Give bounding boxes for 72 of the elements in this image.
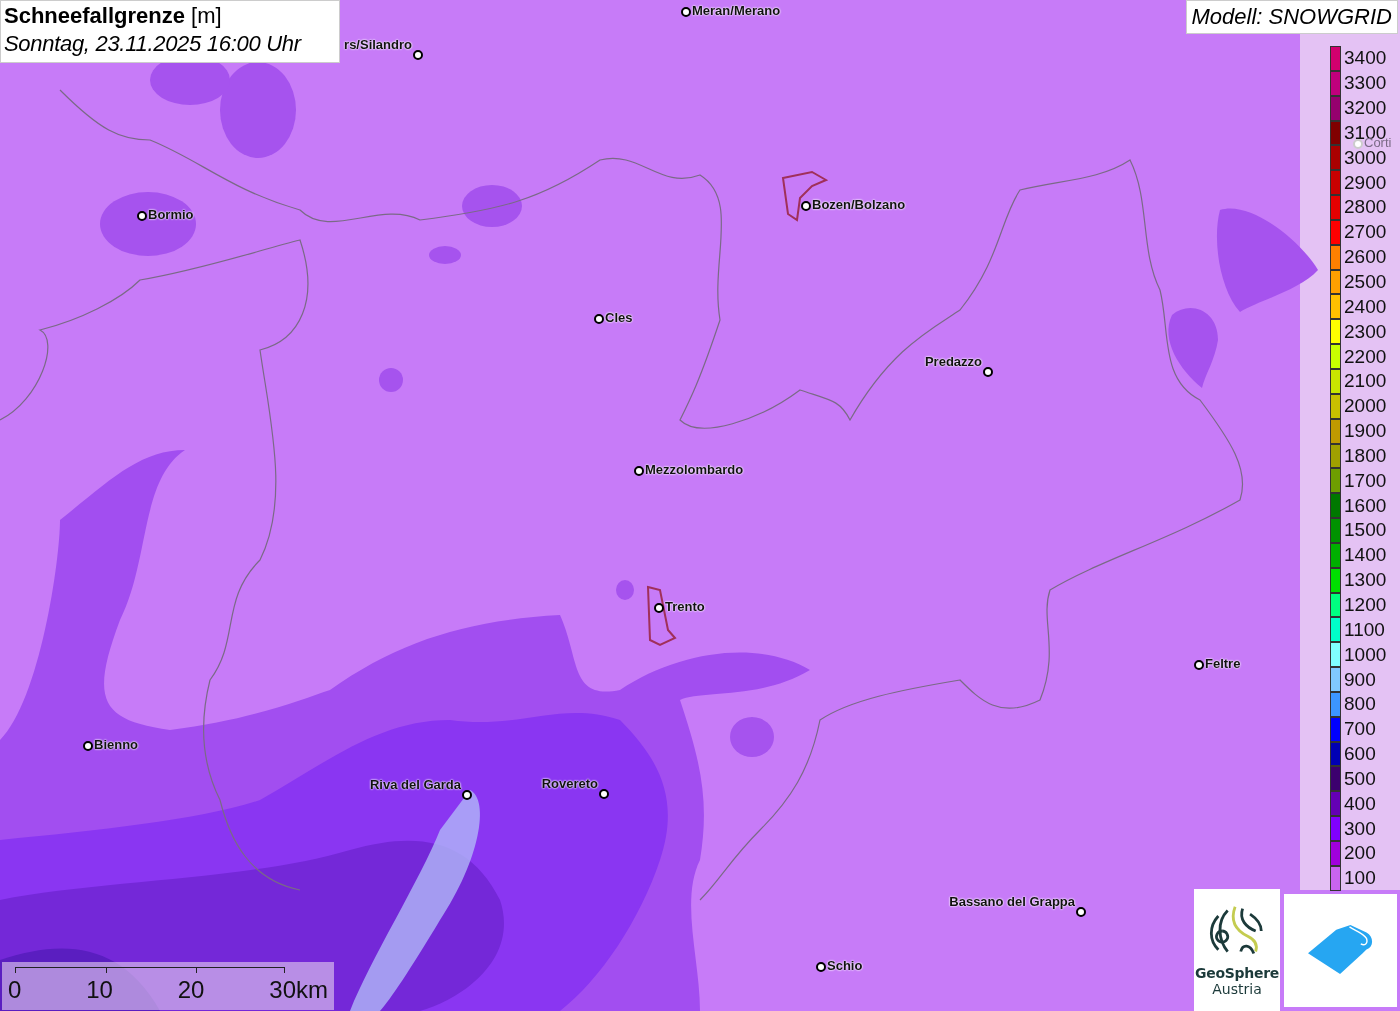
city-marker — [599, 789, 609, 799]
city-label: Cles — [605, 310, 633, 326]
legend-label: 1500 — [1344, 520, 1387, 541]
scale-label: 20 — [177, 976, 205, 1004]
model-label: Modell: SNOWGRID — [1185, 0, 1398, 34]
legend-label: 2800 — [1344, 197, 1387, 218]
legend-label: 100 — [1344, 868, 1376, 889]
legend-label: 2400 — [1344, 296, 1387, 317]
legend-label: 3300 — [1344, 73, 1387, 94]
legend-label: 1100 — [1344, 619, 1385, 640]
legend-label: 2600 — [1344, 247, 1387, 268]
legend-label: 500 — [1344, 768, 1376, 789]
city-marker — [413, 50, 423, 60]
city-marker — [137, 211, 147, 221]
legend-label: 3200 — [1344, 98, 1387, 119]
city-marker — [83, 741, 93, 751]
city-marker — [801, 201, 811, 211]
city-marker — [1076, 907, 1086, 917]
legend-label: 1200 — [1344, 595, 1387, 615]
legend-label: 1600 — [1344, 495, 1387, 516]
city-label: Feltre — [1205, 656, 1241, 672]
legend-label: 2000 — [1344, 396, 1387, 417]
legend-label: 2700 — [1344, 222, 1387, 243]
legend-label: 3000 — [1344, 147, 1387, 168]
scale-label: 0 — [8, 976, 22, 1004]
legend-label: 600 — [1344, 744, 1376, 765]
legend-label: 1400 — [1344, 545, 1387, 566]
city-label: Mezzolombardo — [645, 462, 744, 478]
city-marker — [654, 603, 664, 613]
legend-label: 1900 — [1344, 421, 1387, 442]
legend-label: 900 — [1344, 669, 1376, 690]
city-marker — [1353, 139, 1363, 149]
city-marker — [983, 367, 993, 377]
legend-label: 2200 — [1344, 346, 1387, 367]
city-marker — [1194, 660, 1204, 670]
legend-label: 700 — [1344, 719, 1376, 740]
legend-label: 1000 — [1344, 644, 1387, 665]
city-marker — [634, 466, 644, 476]
city-label: Trento — [665, 599, 705, 615]
legend-label: 3400 — [1344, 48, 1387, 69]
city-label: Meran/Merano — [692, 3, 781, 19]
city-marker — [594, 314, 604, 324]
map-title: Schneefallgrenze [m] — [4, 2, 223, 30]
legend-label: 1700 — [1344, 470, 1387, 491]
legend-label: 2900 — [1344, 172, 1387, 193]
legend-label: 800 — [1344, 694, 1376, 715]
city-marker — [816, 962, 826, 972]
legend-label: 400 — [1344, 793, 1376, 814]
city-label: Schio — [827, 958, 863, 974]
legend-label: 1300 — [1344, 570, 1387, 591]
city-label: Predazzo — [924, 354, 982, 370]
logo-subtitle: Austria — [1212, 981, 1262, 997]
mountain-cloud-icon — [1307, 924, 1374, 977]
city-label: Bozen/Bolzano — [812, 197, 906, 213]
map-datetime: Sonntag, 23.11.2025 16:00 Uhr — [4, 30, 303, 58]
city-label: Rovereto — [541, 776, 598, 792]
scale-label: 10 — [86, 976, 113, 1004]
legend-label: 1800 — [1344, 445, 1387, 466]
city-label: rs/Silandro — [344, 37, 412, 53]
legend-label: 2100 — [1344, 371, 1387, 392]
city-label: Bassano del Grappa — [949, 894, 1075, 910]
scale-label: 30km — [269, 976, 328, 1004]
city-marker — [681, 7, 691, 17]
legend-label: 200 — [1344, 843, 1376, 864]
city-marker — [462, 790, 472, 800]
city-label: Bienno — [94, 737, 139, 753]
city-label: Riva del Garda — [369, 777, 461, 793]
legend-label: 300 — [1344, 818, 1376, 839]
city-label: Bormio — [148, 207, 194, 223]
legend-label: 2300 — [1344, 321, 1387, 342]
legend-label: 2500 — [1344, 272, 1387, 292]
logo-name: GeoSphere — [1195, 965, 1279, 981]
